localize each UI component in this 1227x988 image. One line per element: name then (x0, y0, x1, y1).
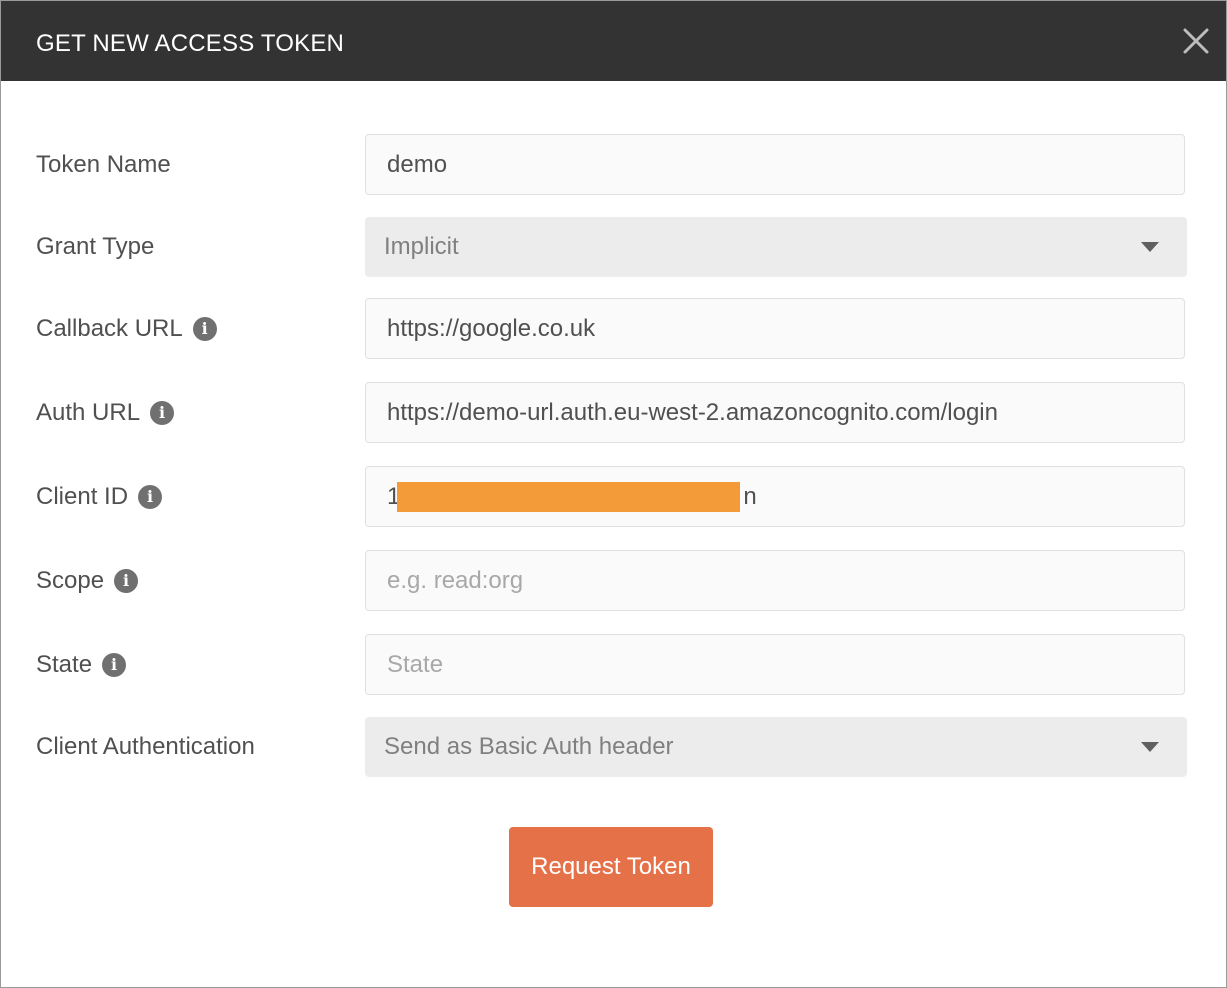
state-label: State i (36, 650, 127, 680)
client-authentication-label-text: Client Authentication (36, 733, 255, 760)
auth-url-label: Auth URL i (36, 398, 175, 428)
client-id-value-end: n (743, 482, 757, 510)
redaction-bar (397, 482, 740, 512)
grant-type-value: Implicit (384, 233, 459, 260)
auth-url-value: https://demo-url.auth.eu-west-2.amazonco… (387, 398, 998, 426)
client-id-label: Client ID i (36, 482, 163, 512)
request-token-button[interactable]: Request Token (509, 827, 713, 907)
token-name-value: demo (387, 150, 448, 178)
auth-url-label-text: Auth URL (36, 399, 141, 426)
scope-label: Scope i (36, 566, 139, 596)
grant-type-label-text: Grant Type (36, 233, 155, 260)
dialog-header: GET NEW ACCESS TOKEN (1, 1, 1226, 81)
token-name-label: Token Name (36, 150, 171, 180)
client-id-label-text: Client ID (36, 483, 129, 510)
dialog-title: GET NEW ACCESS TOKEN (36, 30, 345, 57)
chevron-down-icon (1141, 242, 1159, 252)
callback-url-label-text: Callback URL (36, 315, 183, 342)
client-authentication-select[interactable]: Send as Basic Auth header (365, 717, 1187, 777)
info-icon[interactable]: i (150, 401, 175, 425)
info-icon[interactable]: i (138, 485, 163, 509)
token-name-label-text: Token Name (36, 151, 171, 178)
auth-url-input[interactable]: https://demo-url.auth.eu-west-2.amazonco… (365, 382, 1185, 443)
callback-url-label: Callback URL i (36, 314, 217, 344)
access-token-dialog: GET NEW ACCESS TOKEN Token Name demo Gra… (0, 0, 1227, 988)
info-icon[interactable]: i (192, 317, 217, 341)
client-authentication-label: Client Authentication (36, 732, 255, 762)
callback-url-value: https://google.co.uk (387, 314, 596, 342)
info-icon[interactable]: i (102, 653, 127, 677)
state-input[interactable]: State (365, 634, 1185, 695)
scope-placeholder: e.g. read:org (387, 566, 524, 594)
info-icon[interactable]: i (114, 569, 139, 593)
chevron-down-icon (1141, 742, 1159, 752)
state-placeholder: State (387, 650, 444, 678)
callback-url-input[interactable]: https://google.co.uk (365, 298, 1185, 359)
token-name-input[interactable]: demo (365, 134, 1185, 195)
state-label-text: State (36, 651, 93, 678)
grant-type-select[interactable]: Implicit (365, 217, 1187, 277)
scope-input[interactable]: e.g. read:org (365, 550, 1185, 611)
scope-label-text: Scope (36, 567, 105, 594)
close-icon[interactable] (1178, 23, 1214, 59)
client-authentication-value: Send as Basic Auth header (384, 733, 674, 760)
grant-type-label: Grant Type (36, 232, 154, 262)
